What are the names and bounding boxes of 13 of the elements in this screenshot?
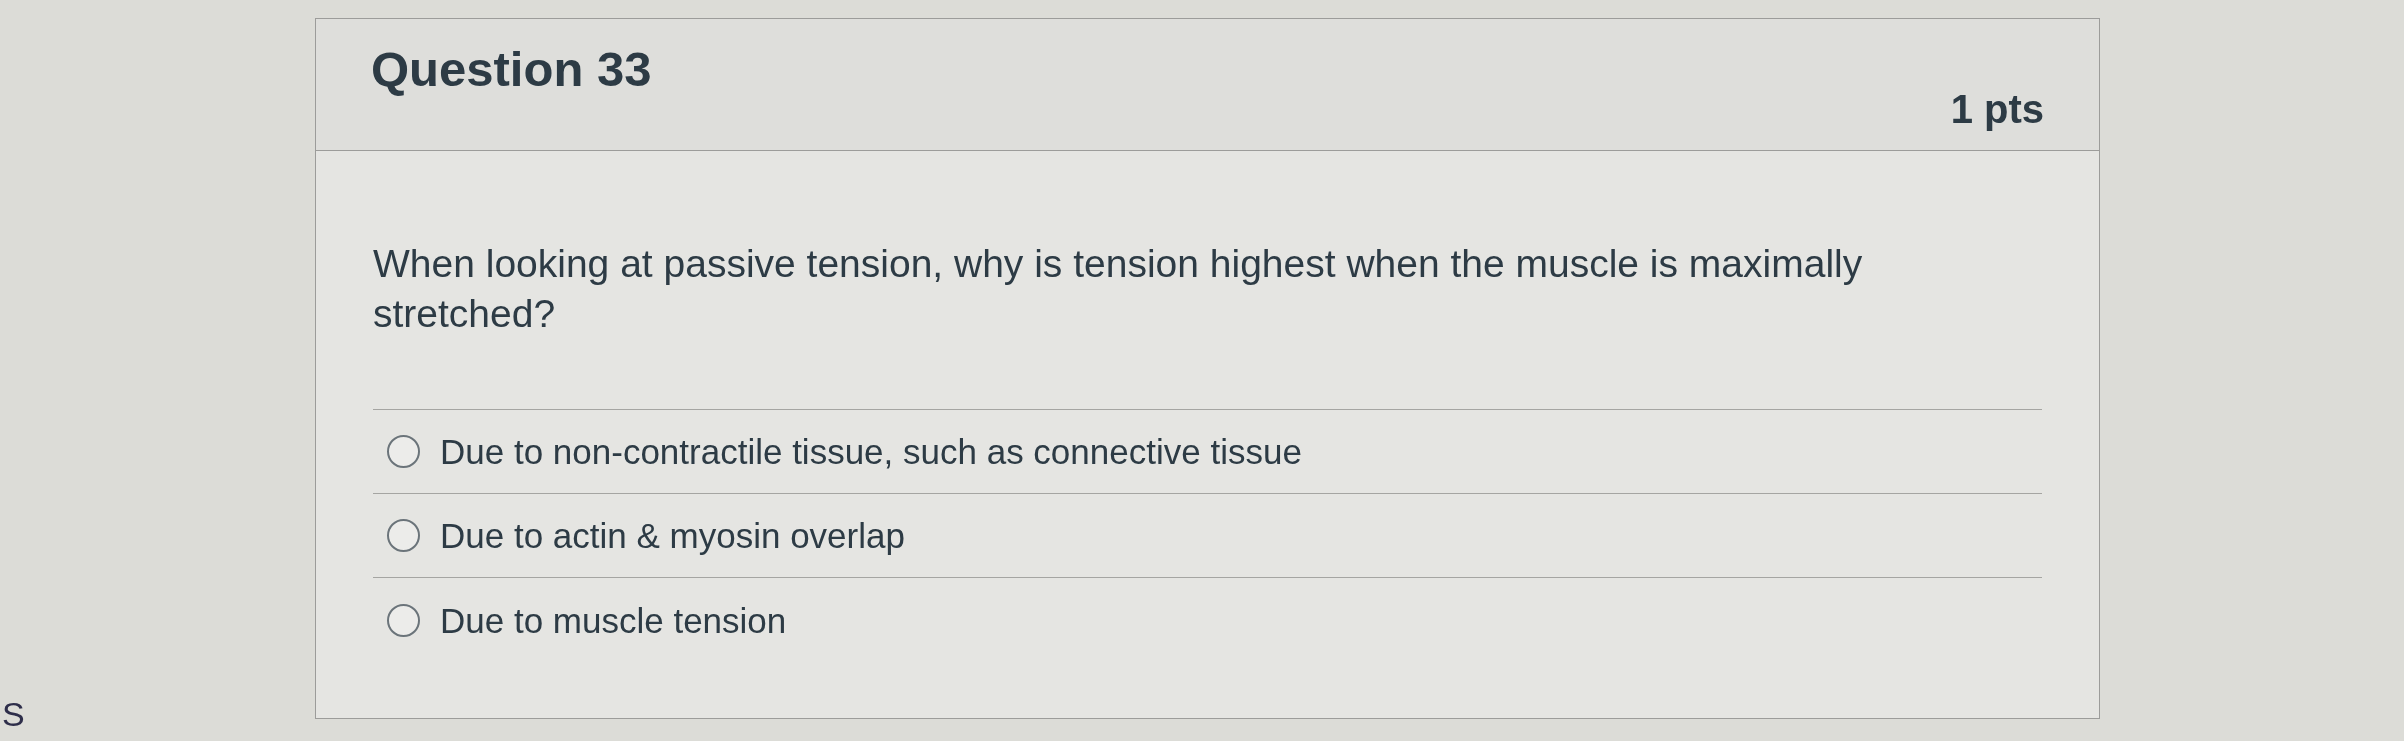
answer-label: Due to non-contractile tissue, such as connective tissue — [440, 434, 1302, 469]
answer-label: Due to actin & myosin overlap — [440, 518, 905, 553]
answer-option[interactable]: Due to actin & myosin overlap — [373, 494, 2042, 578]
radio-button[interactable] — [387, 603, 420, 637]
edge-letter: S — [2, 697, 25, 731]
answer-option[interactable]: Due to non-contractile tissue, such as connective tissue — [373, 410, 2042, 494]
answer-label: Due to muscle tension — [440, 602, 787, 638]
question-text: When looking at passive tension, why is tension highest when the muscle is maximally stretched? — [373, 241, 1864, 337]
answer-option[interactable]: Due to muscle tension — [373, 578, 2042, 662]
points-label: 1 pts — [1950, 86, 2044, 133]
question-title: Question 33 — [371, 41, 652, 98]
radio-button[interactable] — [387, 435, 420, 468]
radio-button[interactable] — [387, 519, 420, 552]
